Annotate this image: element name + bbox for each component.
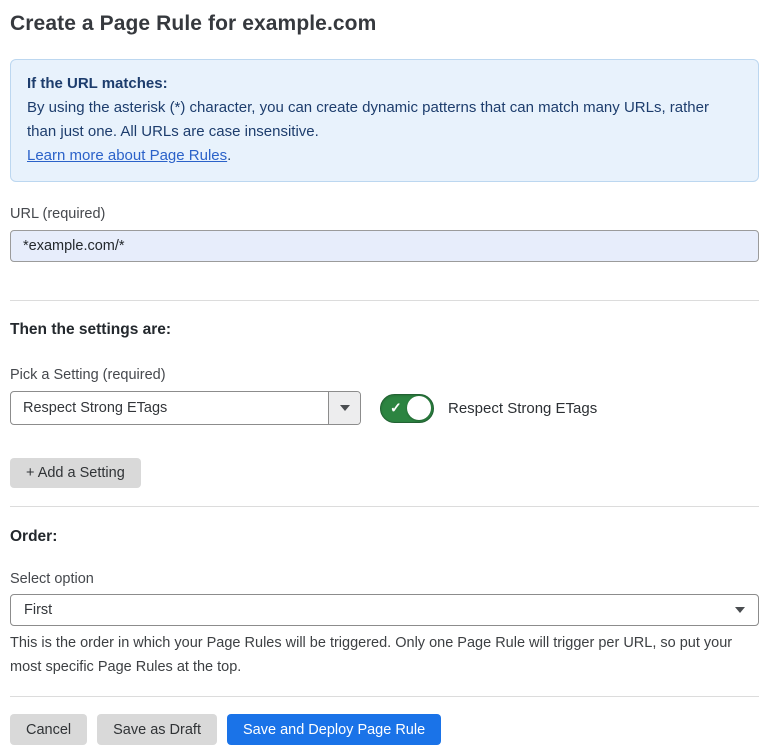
cancel-button[interactable]: Cancel [10,714,87,745]
url-match-info-box: If the URL matches: By using the asteris… [10,59,759,182]
info-box-body: By using the asterisk (*) character, you… [27,96,742,144]
toggle-label: Respect Strong ETags [448,400,597,417]
order-select-value: First [24,602,52,618]
chevron-down-icon [340,405,350,411]
url-input[interactable] [10,230,759,262]
save-as-draft-button[interactable]: Save as Draft [97,714,217,745]
order-section-heading: Order: [10,528,759,546]
link-suffix: . [227,147,231,164]
toggle-knob [407,396,431,420]
setting-row: Respect Strong ETags ✓ Respect Strong ET… [10,391,759,425]
section-divider [10,506,759,507]
learn-more-link[interactable]: Learn more about Page Rules [27,147,227,164]
check-icon: ✓ [390,401,402,415]
setting-select-arrow-button[interactable] [328,392,360,424]
create-page-rule-form: Create a Page Rule for example.com If th… [0,0,769,745]
url-field-label: URL (required) [10,206,759,222]
footer-button-row: Cancel Save as Draft Save and Deploy Pag… [10,714,759,745]
order-select-label: Select option [10,571,759,587]
respect-strong-etags-toggle[interactable]: ✓ [380,394,434,423]
save-and-deploy-button[interactable]: Save and Deploy Page Rule [227,714,441,745]
setting-select[interactable]: Respect Strong ETags [10,391,361,425]
chevron-down-icon [735,607,745,613]
info-box-heading: If the URL matches: [27,72,742,96]
setting-picker-label: Pick a Setting (required) [10,367,759,383]
info-box-link-line: Learn more about Page Rules. [27,144,742,168]
order-help-text: This is the order in which your Page Rul… [10,631,759,679]
add-setting-button[interactable]: + Add a Setting [10,458,141,488]
page-title: Create a Page Rule for example.com [10,12,759,36]
order-select[interactable]: First [10,594,759,626]
section-divider [10,300,759,301]
setting-select-value: Respect Strong ETags [11,392,328,424]
setting-toggle-group: ✓ Respect Strong ETags [380,394,597,423]
settings-section-heading: Then the settings are: [10,321,759,339]
footer-divider [10,696,759,697]
